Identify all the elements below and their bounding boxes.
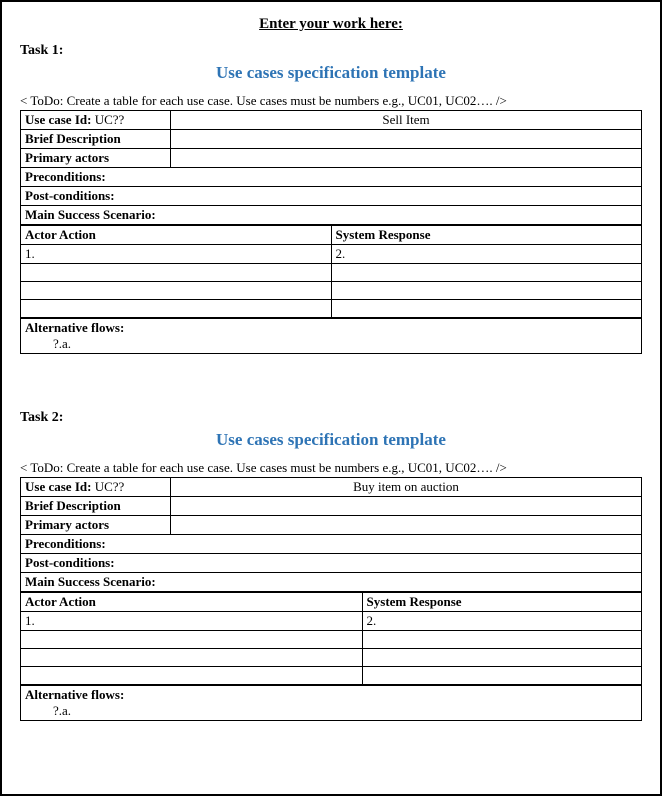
postconditions-label: Post-conditions: <box>21 554 642 573</box>
system-response-header: System Response <box>362 593 641 612</box>
task1-section-title: Use cases specification template <box>20 63 642 83</box>
task2-usecase-table: Use case Id: UC?? Buy item on auction Br… <box>20 477 642 592</box>
scenario-row4-right <box>362 667 641 685</box>
scenario-row4-left <box>21 667 363 685</box>
alt-flows-cell: Alternative flows: ?.a. <box>21 319 642 354</box>
uc-id-label: Use case Id: <box>25 479 91 494</box>
scenario-row2-right <box>331 264 642 282</box>
page-container: Enter your work here: Task 1: Use cases … <box>0 0 662 796</box>
postconditions-label: Post-conditions: <box>21 187 642 206</box>
uc-id-label: Use case Id: <box>25 112 91 127</box>
alt-flows-item: ?.a. <box>25 336 637 352</box>
task2-altflows-table: Alternative flows: ?.a. <box>20 685 642 721</box>
alt-flows-label: Alternative flows: <box>25 320 637 336</box>
task1-altflows-table: Alternative flows: ?.a. <box>20 318 642 354</box>
preconditions-label: Preconditions: <box>21 535 642 554</box>
task1-todo-note: < ToDo: Create a table for each use case… <box>20 93 642 109</box>
uc-id-cell: Use case Id: UC?? <box>21 478 171 497</box>
main-scenario-label: Main Success Scenario: <box>21 206 642 225</box>
primary-actors-label: Primary actors <box>21 149 171 168</box>
scenario-row3-left <box>21 282 332 300</box>
task1-label: Task 1: <box>20 43 642 59</box>
scenario-row1-right: 2. <box>331 245 642 264</box>
scenario-row3-left <box>21 649 363 667</box>
scenario-row4-right <box>331 300 642 318</box>
preconditions-label: Preconditions: <box>21 168 642 187</box>
scenario-row1-left: 1. <box>21 612 363 631</box>
actor-action-header: Actor Action <box>21 226 332 245</box>
alt-flows-label: Alternative flows: <box>25 687 637 703</box>
scenario-row3-right <box>331 282 642 300</box>
scenario-row1-left: 1. <box>21 245 332 264</box>
uc-id-cell: Use case Id: UC?? <box>21 111 171 130</box>
task2-todo-note: < ToDo: Create a table for each use case… <box>20 460 642 476</box>
alt-flows-cell: Alternative flows: ?.a. <box>21 686 642 721</box>
task2-scenario-table: Actor Action System Response 1. 2. <box>20 592 642 685</box>
alt-flows-item: ?.a. <box>25 703 637 719</box>
primary-actors-value <box>171 149 642 168</box>
uc-name-cell: Sell Item <box>171 111 642 130</box>
brief-desc-value <box>171 130 642 149</box>
task2-label: Task 2: <box>20 410 642 426</box>
page-title: Enter your work here: <box>20 16 642 33</box>
scenario-row2-left <box>21 631 363 649</box>
task2-section-title: Use cases specification template <box>20 430 642 450</box>
brief-desc-label: Brief Description <box>21 497 171 516</box>
scenario-row2-right <box>362 631 641 649</box>
brief-desc-label: Brief Description <box>21 130 171 149</box>
actor-action-header: Actor Action <box>21 593 363 612</box>
task1-scenario-table: Actor Action System Response 1. 2. <box>20 225 642 318</box>
primary-actors-label: Primary actors <box>21 516 171 535</box>
brief-desc-value <box>171 497 642 516</box>
scenario-row2-left <box>21 264 332 282</box>
system-response-header: System Response <box>331 226 642 245</box>
scenario-row1-right: 2. <box>362 612 641 631</box>
scenario-row3-right <box>362 649 641 667</box>
uc-id-value: UC?? <box>95 479 125 494</box>
uc-name-cell: Buy item on auction <box>171 478 642 497</box>
uc-id-value: UC?? <box>95 112 125 127</box>
primary-actors-value <box>171 516 642 535</box>
task1-usecase-table: Use case Id: UC?? Sell Item Brief Descri… <box>20 110 642 225</box>
scenario-row4-left <box>21 300 332 318</box>
main-scenario-label: Main Success Scenario: <box>21 573 642 592</box>
